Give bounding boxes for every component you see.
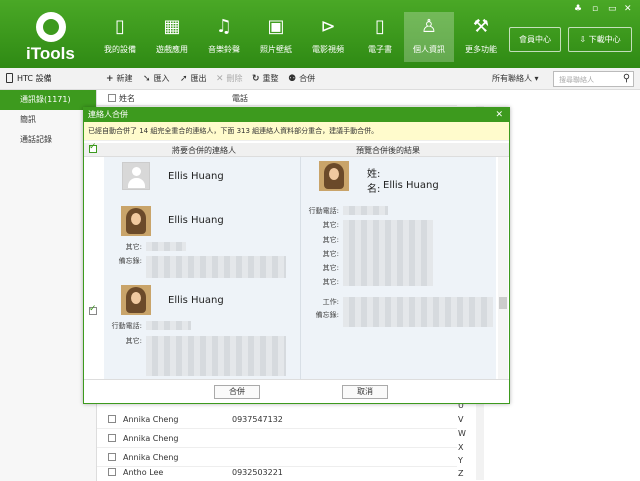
alpha-index-x[interactable]: X: [458, 443, 463, 452]
new-button[interactable]: + 新建: [106, 73, 133, 84]
cancel-button[interactable]: 取消: [342, 385, 388, 399]
import-button[interactable]: ➘ 匯入: [143, 73, 170, 84]
alpha-index-z[interactable]: Z: [458, 469, 463, 478]
skin-icon[interactable]: ♣: [574, 4, 582, 14]
table-row[interactable]: Annika Cheng 0937547132: [97, 410, 457, 429]
refresh-button[interactable]: ↻ 重整: [252, 73, 279, 84]
merge-info-message: 已經自動合併了 14 組完全重合的連絡人，下面 313 組連絡人資料部分重合，建…: [84, 122, 509, 141]
merge-preview-panel: 姓: 名: Ellis Huang 行動電話: 其它: 其它: 其它: 其它: …: [300, 157, 496, 379]
nav-personal-info[interactable]: ♙ 個人資訊: [404, 12, 454, 62]
device-icon: ▯: [115, 16, 125, 37]
apps-icon: ▦: [163, 16, 181, 37]
member-center-button[interactable]: 會員中心: [509, 27, 561, 52]
dialog-title-bar: 連絡人合併 ✕: [84, 108, 509, 122]
contacts-to-merge-panel: Ellis Huang Ellis Huang 其它: 備忘錄: Ellis H…: [104, 157, 300, 379]
restore-icon[interactable]: ▭: [608, 4, 617, 14]
close-icon[interactable]: ✕: [624, 4, 632, 14]
plus-icon: +: [106, 74, 114, 84]
app-logo: iTools: [26, 10, 76, 66]
wrench-icon: ⚒: [472, 16, 490, 37]
redacted-value: [146, 336, 286, 376]
row-checkbox[interactable]: [108, 468, 116, 476]
sidebar-item-contacts[interactable]: 通訊錄(1171): [0, 90, 96, 110]
alpha-index-y[interactable]: Y: [458, 456, 463, 465]
header-to-merge: 將要合併的連絡人: [172, 146, 236, 155]
contact-name: Ellis Huang: [168, 215, 224, 226]
device-selector[interactable]: HTC 設備: [6, 73, 52, 84]
nav-apps[interactable]: ▦ 遊戲應用: [147, 12, 197, 62]
dialog-close-icon[interactable]: ✕: [495, 108, 503, 122]
checkmark-icon: ✓: [89, 142, 97, 152]
contact-name: Ellis Huang: [168, 171, 224, 182]
merge-confirm-button[interactable]: 合併: [214, 385, 260, 399]
sidebar-item-call-log[interactable]: 通話記錄: [0, 130, 96, 150]
scroll-thumb[interactable]: [499, 297, 507, 309]
avatar: [121, 206, 151, 236]
delete-icon: ✕: [216, 74, 224, 84]
redacted-value: [343, 206, 388, 215]
sidebar-item-sms[interactable]: 簡訊: [0, 110, 96, 130]
table-row[interactable]: Antho Lee 0932503221: [97, 463, 457, 481]
dialog-footer: 合併 取消: [84, 379, 509, 403]
nav-my-device[interactable]: ▯ 我的設備: [95, 12, 145, 62]
nav-photos[interactable]: ▣ 照片壁紙: [251, 12, 301, 62]
import-icon: ➘: [143, 74, 151, 84]
redacted-value: [146, 242, 186, 251]
preview-name: Ellis Huang: [383, 180, 439, 191]
export-button[interactable]: ➚ 匯出: [180, 73, 207, 84]
book-icon: ▯: [375, 16, 385, 37]
list-header: 姓名 電話: [97, 90, 457, 106]
refresh-icon: ↻: [252, 74, 260, 84]
search-icon[interactable]: ⚲: [619, 71, 634, 87]
logo-icon: [36, 12, 66, 42]
first-name-label: 名:: [367, 184, 381, 195]
avatar: [319, 161, 349, 191]
dialog-scrollbar[interactable]: [498, 157, 508, 379]
redacted-value: [343, 297, 493, 327]
row-checkbox[interactable]: [108, 453, 116, 461]
export-icon: ➚: [180, 74, 188, 84]
column-phone: 電話: [232, 94, 248, 103]
top-header: iTools ▯ 我的設備 ▦ 遊戲應用 ♫ 音樂鈴聲 ▣ 照片壁紙 ⊳ 電影視…: [0, 0, 640, 68]
redacted-value: [146, 321, 191, 330]
delete-button[interactable]: ✕ 刪除: [216, 73, 243, 84]
column-name: 姓名: [119, 94, 135, 103]
contact-filter-dropdown[interactable]: 所有聯絡人 ▾: [492, 73, 539, 84]
nav-music[interactable]: ♫ 音樂鈴聲: [199, 12, 249, 62]
header-preview: 預覽合併後的結果: [356, 146, 420, 155]
nav-ebooks[interactable]: ▯ 電子書: [355, 12, 405, 62]
toolbar: HTC 設備 + 新建 ➘ 匯入 ➚ 匯出 ✕ 刪除 ↻ 重整 ⚉ 合併 所有聯絡人 ▾ 搜…: [0, 68, 640, 90]
person-icon: ♙: [420, 16, 438, 37]
download-icon: ⇩: [579, 35, 589, 44]
dialog-title: 連絡人合併: [88, 110, 128, 119]
row-checkbox[interactable]: [108, 415, 116, 423]
merge-icon: ⚉: [288, 74, 297, 84]
contact-name: Ellis Huang: [168, 295, 224, 306]
row-checkbox[interactable]: [108, 434, 116, 442]
download-center-button[interactable]: ⇩ 下載中心: [568, 27, 632, 52]
merge-contacts-dialog: 連絡人合併 ✕ 已經自動合併了 14 組完全重合的連絡人，下面 313 組連絡人…: [83, 107, 510, 404]
merge-button[interactable]: ⚉ 合併: [288, 73, 315, 84]
last-name-label: 姓:: [367, 169, 381, 180]
dialog-columns-header: ✓ 將要合併的連絡人 預覽合併後的結果: [84, 142, 509, 157]
table-row[interactable]: Annika Cheng: [97, 429, 457, 448]
select-all-checkbox[interactable]: [108, 94, 116, 102]
minimize-icon[interactable]: ▫: [592, 4, 598, 14]
app-name: iTools: [26, 44, 75, 63]
alpha-index-w[interactable]: W: [458, 429, 466, 438]
photo-icon: ▣: [267, 16, 285, 37]
alpha-index-v[interactable]: V: [458, 415, 463, 424]
checkmark-icon: ✓: [89, 304, 97, 314]
video-icon: ⊳: [320, 16, 336, 37]
default-avatar-icon: [122, 162, 150, 190]
avatar: [121, 285, 151, 315]
nav-more[interactable]: ⚒ 更多功能: [456, 12, 506, 62]
chevron-down-icon: ▾: [534, 74, 539, 83]
music-icon: ♫: [215, 16, 233, 37]
redacted-value: [146, 256, 286, 278]
phone-icon: [6, 73, 13, 83]
redacted-value: [343, 220, 433, 286]
nav-videos[interactable]: ⊳ 電影視頻: [303, 12, 353, 62]
